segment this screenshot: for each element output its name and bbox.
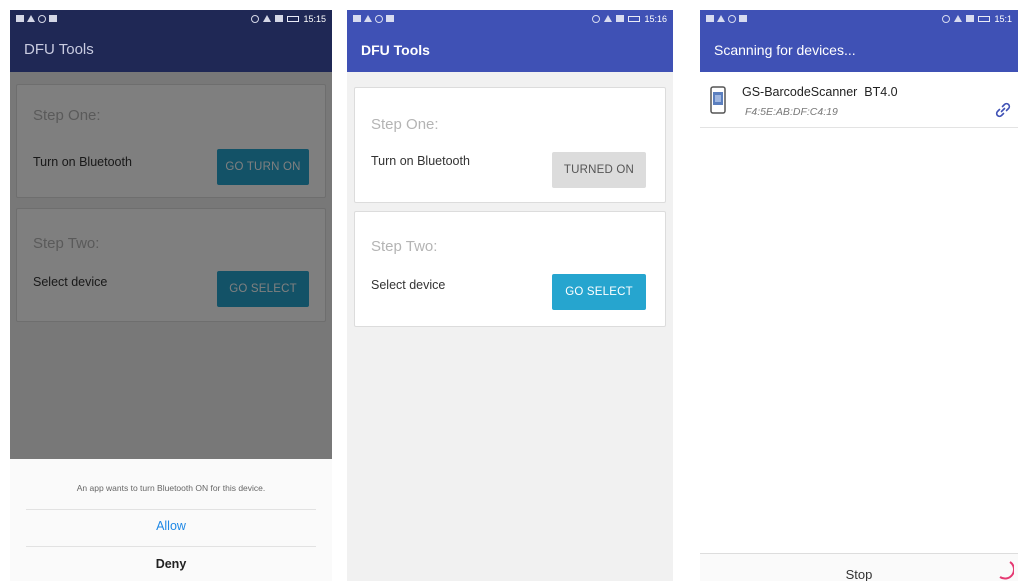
- deny-button[interactable]: Deny: [10, 557, 332, 571]
- alarm-icon: [592, 14, 601, 23]
- divider: [26, 546, 316, 547]
- step-two-title: Step Two:: [371, 238, 438, 255]
- app-title: Scanning for devices...: [714, 41, 856, 58]
- status-bar: 15:15: [10, 10, 332, 27]
- alarm-icon: [942, 14, 951, 23]
- warning-icon: [364, 15, 372, 22]
- status-time: 15:1: [994, 13, 1012, 24]
- sync-icon: [728, 14, 736, 23]
- status-time: 15:16: [644, 13, 667, 24]
- device-name: GS-BarcodeScanner BT4.0: [742, 85, 898, 99]
- turned-on-button[interactable]: TURNED ON: [552, 152, 646, 188]
- step-one-text: Turn on Bluetooth: [371, 154, 470, 168]
- status-bar: 15:1: [700, 10, 1018, 27]
- signal-icon: [275, 15, 284, 22]
- grid-icon: [739, 15, 747, 22]
- wifi-icon: [263, 15, 272, 22]
- go-select-button[interactable]: GO SELECT: [552, 274, 646, 310]
- app-bar: DFU Tools: [10, 27, 332, 72]
- phone-screen-device-scan: 15:1 Scanning for devices... GS-BarcodeS…: [700, 10, 1018, 581]
- device-address: F4:5E:AB:DF:C4:19: [745, 106, 838, 118]
- step-one-title: Step One:: [371, 116, 439, 133]
- wifi-icon: [954, 15, 963, 22]
- phone-screen-dfu-tools: 15:16 DFU Tools Step One: Turn on Blueto…: [347, 10, 673, 581]
- phone-screen-bluetooth-request: 15:15 DFU Tools Step One: Turn on Blueto…: [10, 10, 332, 581]
- sync-icon: [38, 14, 46, 23]
- alarm-icon: [251, 14, 260, 23]
- app-title: DFU Tools: [361, 41, 430, 58]
- loading-spinner-icon: [999, 561, 1014, 580]
- battery-icon: [628, 15, 641, 22]
- dialog-message: An app wants to turn Bluetooth ON for th…: [76, 483, 266, 493]
- dim-overlay: [10, 72, 332, 459]
- app-title: DFU Tools: [24, 41, 94, 58]
- divider: [26, 509, 316, 510]
- battery-icon: [287, 15, 300, 22]
- status-bar: 15:16: [347, 10, 673, 27]
- stop-button[interactable]: Stop: [700, 553, 1018, 581]
- status-time: 15:15: [303, 13, 326, 24]
- app-bar: Scanning for devices...: [700, 27, 1018, 72]
- warning-icon: [27, 15, 35, 22]
- bluetooth-permission-dialog: An app wants to turn Bluetooth ON for th…: [10, 459, 332, 581]
- signal-icon: [966, 15, 975, 22]
- allow-button[interactable]: Allow: [10, 519, 332, 533]
- link-icon[interactable]: [995, 102, 1011, 118]
- wifi-icon: [604, 15, 613, 22]
- signal-icon: [616, 15, 625, 22]
- phone-device-icon: [710, 86, 726, 114]
- gallery-icon: [16, 15, 24, 22]
- stop-label: Stop: [845, 566, 873, 581]
- app-bar: DFU Tools: [347, 27, 673, 72]
- sync-icon: [375, 14, 383, 23]
- warning-icon: [717, 15, 725, 22]
- grid-icon: [49, 15, 57, 22]
- gallery-icon: [353, 15, 361, 22]
- step-two-text: Select device: [371, 278, 446, 292]
- battery-icon: [978, 15, 991, 22]
- gallery-icon: [706, 15, 714, 22]
- step-one-card: Step One: Turn on Bluetooth TURNED ON: [354, 87, 666, 203]
- device-list-item[interactable]: GS-BarcodeScanner BT4.0 F4:5E:AB:DF:C4:1…: [700, 72, 1018, 128]
- step-two-card: Step Two: Select device GO SELECT: [354, 211, 666, 327]
- grid-icon: [386, 15, 394, 22]
